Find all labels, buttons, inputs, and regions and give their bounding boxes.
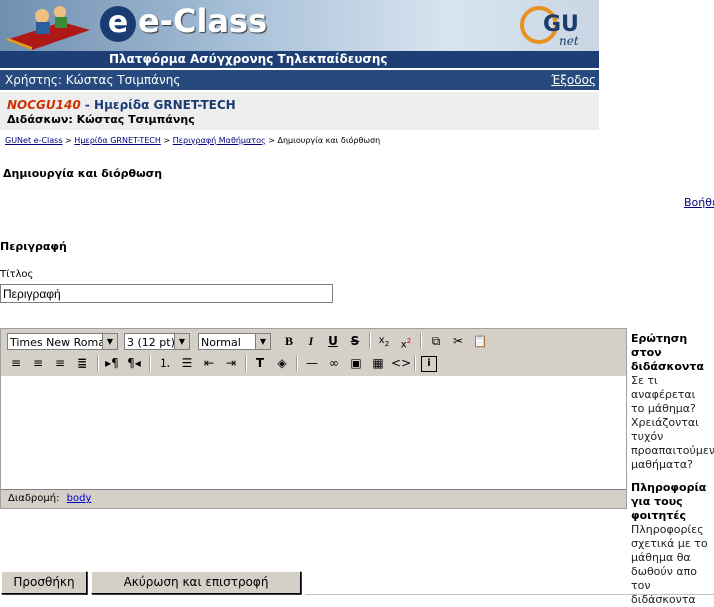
rtl-icon[interactable]: ¶◂ xyxy=(125,354,143,372)
course-code: NOCGU140 xyxy=(7,98,81,112)
toolbar-separator xyxy=(296,355,298,371)
text-color-icon[interactable]: T xyxy=(251,354,269,372)
q2-title: Πληροφορία για τους φοιτητές xyxy=(631,481,707,522)
breadcrumb-sep: > xyxy=(160,136,173,145)
q1-text: Σε τι αναφέρεται το μάθημα? Χρειάζονται τυχ… xyxy=(631,374,714,471)
superscript-icon[interactable]: x2 xyxy=(397,332,415,350)
course-instructors: Διδάσκων: Κώστας Τσιμπάνης xyxy=(7,113,195,126)
table-icon[interactable]: ▦ xyxy=(369,354,387,372)
editor-content-area[interactable] xyxy=(1,377,626,489)
section-heading: Περιγραφή xyxy=(0,240,67,253)
breadcrumb-course[interactable]: Ημερίδα GRNET-TECH xyxy=(74,136,161,145)
title-input[interactable] xyxy=(0,284,333,303)
dropdown-arrow-icon: ▼ xyxy=(174,334,189,349)
bold-icon[interactable]: B xyxy=(280,332,298,350)
indent-icon[interactable]: ⇥ xyxy=(222,354,240,372)
paste-icon[interactable]: 📋 xyxy=(471,332,489,350)
link-icon[interactable]: ∞ xyxy=(325,354,343,372)
toolbar-separator xyxy=(420,333,422,349)
toolbar-separator xyxy=(369,333,371,349)
about-icon[interactable]: i xyxy=(421,356,437,372)
ordered-list-icon[interactable]: ⒈ xyxy=(156,354,174,372)
copy-icon[interactable]: ⧉ xyxy=(427,332,445,350)
bottom-divider xyxy=(305,594,714,595)
font-size-value: 3 (12 pt) xyxy=(127,336,175,349)
breadcrumb-sep: > xyxy=(265,136,278,145)
logo-text: e-Class xyxy=(138,2,268,40)
outdent-icon[interactable]: ⇤ xyxy=(200,354,218,372)
toolbar-separator xyxy=(245,355,247,371)
add-button[interactable]: Προσθήκη xyxy=(1,571,87,594)
breadcrumb-home[interactable]: GUNet e-Class xyxy=(5,136,63,145)
course-info: NOCGU140 - Ημερίδα GRNET-TECH Διδάσκων: … xyxy=(0,92,599,130)
gunet-logo: GU net xyxy=(515,3,593,48)
platform-subtitle: Πλατφόρμα Ασύγχρονης Τηλεκπαίδευσης xyxy=(109,52,388,66)
page-title: Δημιουργία και διόρθωση xyxy=(3,167,163,180)
font-family-select[interactable]: Times New Roman ▼ xyxy=(7,333,118,350)
align-left-icon[interactable]: ≡ xyxy=(7,354,25,372)
q1-title: Ερώτηση στον διδάσκοντα xyxy=(631,332,704,373)
cancel-button[interactable]: Ακύρωση και επιστροφή xyxy=(91,571,301,594)
dropdown-arrow-icon: ▼ xyxy=(102,334,117,349)
editor-toolbar: Times New Roman ▼ 3 (12 pt) ▼ Normal ▼ B I … xyxy=(1,329,626,376)
toolbar-separator xyxy=(414,355,416,371)
breadcrumb-current: Δημιουργία και διόρθωση xyxy=(277,136,381,145)
html-source-icon[interactable]: <> xyxy=(391,354,411,372)
breadcrumb: GUNet e-Class > Ημερίδα GRNET-TECH > Περ… xyxy=(5,136,380,145)
header-banner: e e-Class GU net xyxy=(0,0,599,51)
italic-icon[interactable]: I xyxy=(302,332,320,350)
course-title: NOCGU140 - Ημερίδα GRNET-TECH xyxy=(7,98,236,112)
path-body-link[interactable]: body xyxy=(67,493,92,504)
subtitle-bar: Πλατφόρμα Ασύγχρονης Τηλεκπαίδευσης xyxy=(0,51,599,68)
flying-carpet-logo xyxy=(6,6,90,50)
horizontal-rule-icon[interactable]: — xyxy=(303,354,321,372)
strikethrough-icon[interactable]: S xyxy=(346,332,364,350)
user-bar: Χρήστης: Κώστας Τσιμπάνης Έξοδος xyxy=(0,70,599,90)
rich-text-editor: Times New Roman ▼ 3 (12 pt) ▼ Normal ▼ B I … xyxy=(0,328,627,509)
title-field-label: Τίτλος xyxy=(0,269,34,280)
subscript-icon[interactable]: x2 xyxy=(375,332,393,350)
underline-icon[interactable]: U xyxy=(324,332,342,350)
format-select[interactable]: Normal ▼ xyxy=(198,333,271,350)
path-label: Διαδρομή: xyxy=(8,493,60,504)
breadcrumb-description[interactable]: Περιγραφή Μαθήματος xyxy=(173,136,266,145)
hint-panel: Ερώτηση στον διδάσκοντα Σε τι αναφέρεται τ… xyxy=(631,332,714,607)
svg-text:net: net xyxy=(559,34,579,47)
align-right-icon[interactable]: ≡ xyxy=(51,354,69,372)
dropdown-arrow-icon: ▼ xyxy=(255,334,270,349)
cut-icon[interactable]: ✂ xyxy=(449,332,467,350)
toolbar-separator xyxy=(149,355,151,371)
align-justify-icon[interactable]: ≣ xyxy=(73,354,91,372)
unordered-list-icon[interactable]: ☰ xyxy=(178,354,196,372)
user-name: Χρήστης: Κώστας Τσιμπάνης xyxy=(5,73,181,87)
course-name: - Ημερίδα GRNET-TECH xyxy=(80,98,236,112)
image-icon[interactable]: ▣ xyxy=(347,354,365,372)
e-letter-icon: e xyxy=(100,6,136,42)
font-size-select[interactable]: 3 (12 pt) ▼ xyxy=(124,333,190,350)
help-link[interactable]: Βοήθεια xyxy=(684,196,714,209)
align-center-icon[interactable]: ≡ xyxy=(29,354,47,372)
highlight-color-icon[interactable]: ◈ xyxy=(273,354,291,372)
format-value: Normal xyxy=(201,336,241,349)
logout-link[interactable]: Έξοδος xyxy=(551,73,596,87)
toolbar-separator xyxy=(97,355,99,371)
editor-statusbar: Διαδρομή: body xyxy=(1,489,626,508)
ltr-icon[interactable]: ▸¶ xyxy=(103,354,121,372)
breadcrumb-sep: > xyxy=(62,136,75,145)
font-family-value: Times New Roman xyxy=(10,336,112,349)
